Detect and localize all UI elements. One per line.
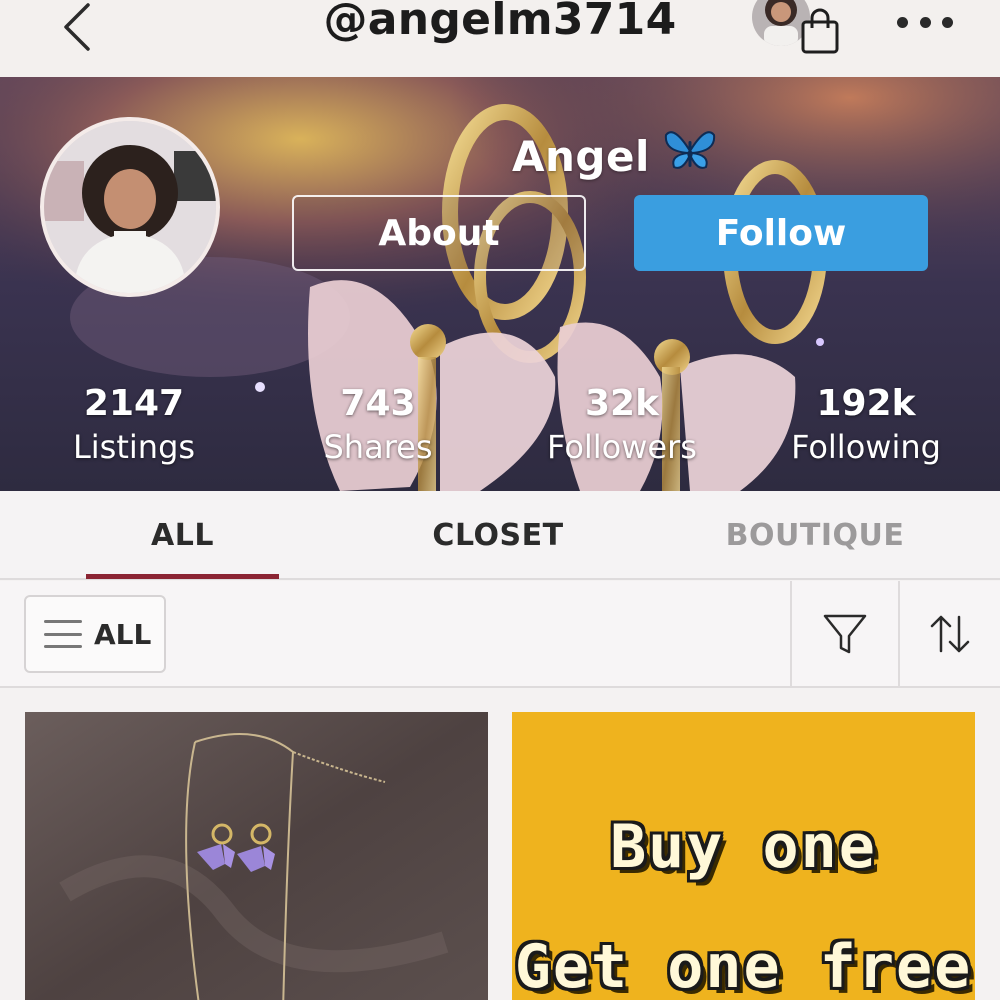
closet-page: @angelm3714 Angel About Follow 2147 List… — [0, 0, 1000, 1000]
stat-label: Shares — [323, 428, 433, 466]
profile-stats: 2147 Listings 743 Shares 32k Followers 1… — [0, 382, 1000, 482]
more-options-button[interactable] — [897, 6, 953, 38]
tab-closet[interactable]: CLOSET — [398, 491, 598, 580]
stat-label: Following — [791, 428, 941, 466]
sort-arrows-icon — [930, 615, 970, 652]
dot — [942, 16, 953, 28]
listing-card[interactable]: Buy one Get one free — [512, 712, 975, 1000]
sort-button[interactable] — [898, 581, 1000, 686]
menu-lines-icon — [44, 620, 82, 648]
about-button[interactable]: About — [292, 195, 586, 271]
butterfly-emoji-icon — [664, 129, 716, 183]
stat-label: Listings — [72, 428, 196, 466]
filter-bar: ALL — [0, 581, 1000, 688]
profile-banner: Angel About Follow 2147 Listings 743 Sha — [0, 77, 1000, 491]
stat-followers[interactable]: 32k Followers — [512, 382, 732, 468]
category-dropdown[interactable]: ALL — [24, 595, 166, 673]
dot — [919, 16, 931, 28]
profile-avatar[interactable] — [40, 117, 220, 297]
stat-following[interactable]: 192k Following — [756, 382, 976, 468]
display-name-text: Angel — [512, 131, 650, 181]
stat-value: 32k — [584, 383, 660, 424]
tab-all[interactable]: ALL — [86, 491, 279, 580]
display-name: Angel — [512, 129, 716, 183]
category-dropdown-label: ALL — [94, 617, 152, 651]
promo-line-1: Buy one — [610, 812, 877, 882]
listing-grid: Buy one Get one free — [0, 689, 1000, 1000]
stat-shares[interactable]: 743 Shares — [268, 382, 488, 468]
closet-tabs: ALL CLOSET BOUTIQUE — [0, 491, 1000, 580]
stat-label: Followers — [547, 428, 697, 466]
follow-button[interactable]: Follow — [634, 195, 928, 271]
shopping-bag-icon[interactable] — [800, 8, 840, 54]
listing-card[interactable] — [25, 712, 488, 1000]
listing-image-necklace — [25, 712, 488, 1000]
stat-value: 743 — [340, 383, 416, 424]
tab-boutique[interactable]: BOUTIQUE — [705, 491, 925, 580]
top-bar: @angelm3714 — [0, 0, 1000, 77]
dot — [897, 16, 908, 28]
filter-button[interactable] — [790, 581, 898, 686]
promo-line-2: Get one free — [514, 932, 973, 1000]
stat-value: 2147 — [83, 383, 185, 424]
stat-value: 192k — [816, 383, 916, 424]
stat-listings[interactable]: 2147 Listings — [24, 382, 244, 468]
active-tab-indicator — [86, 574, 279, 579]
username-handle: @angelm3714 — [323, 0, 677, 45]
filter-funnel-icon — [823, 614, 867, 653]
